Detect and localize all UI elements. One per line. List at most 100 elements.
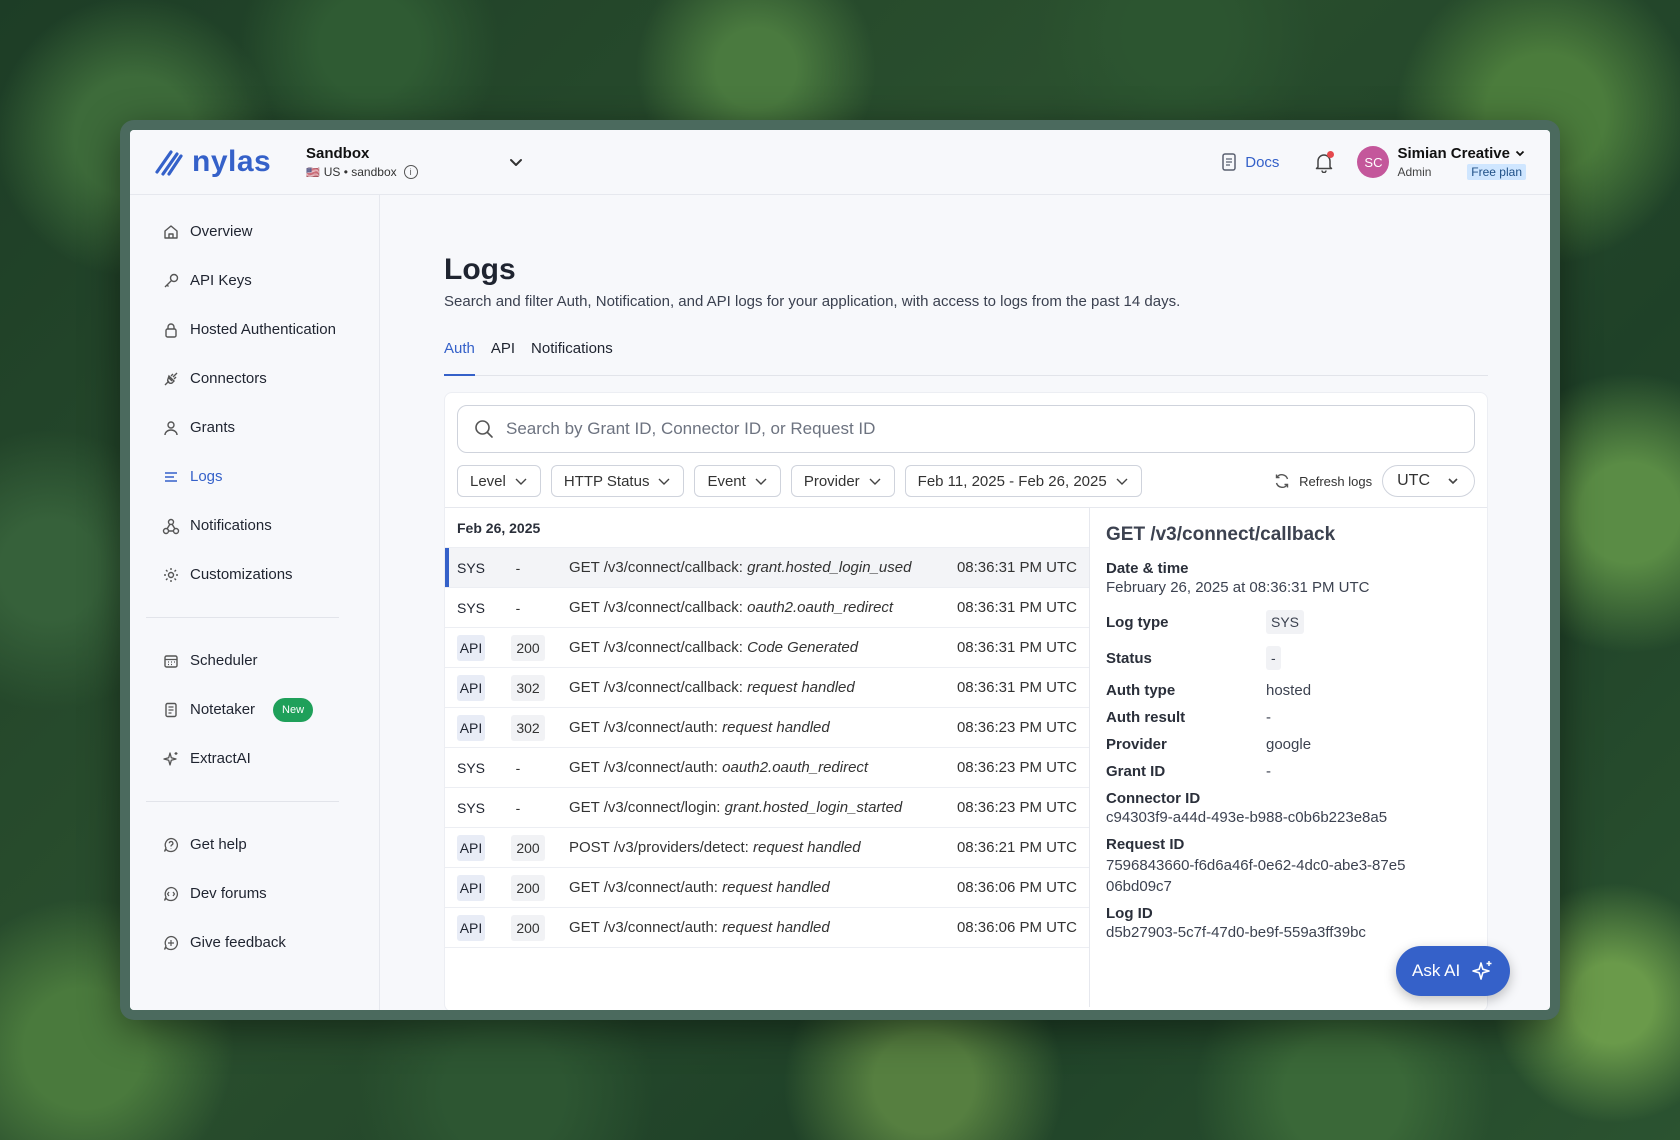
log-row[interactable]: SYS - GET /v3/connect/login: grant.hoste… bbox=[445, 788, 1089, 828]
log-event: request handled bbox=[747, 679, 855, 696]
log-path: GET /v3/connect/callback: grant.hosted_l… bbox=[569, 559, 957, 576]
sidebar-item-get-help[interactable]: Get help bbox=[138, 820, 371, 869]
log-row[interactable]: API 200 POST /v3/providers/detect: reque… bbox=[445, 828, 1089, 868]
timezone-select[interactable]: UTC bbox=[1382, 465, 1475, 497]
log-path: GET /v3/connect/callback: request handle… bbox=[569, 679, 957, 696]
user-name: Simian Creative bbox=[1397, 145, 1526, 162]
log-type: SYS bbox=[457, 759, 486, 776]
environment-region: 🇺🇸 US • sandbox i bbox=[306, 165, 418, 179]
detail-status: Status - bbox=[1106, 646, 1471, 670]
ask-ai-button[interactable]: Ask AI bbox=[1396, 946, 1511, 996]
tab-api[interactable]: API bbox=[491, 338, 515, 376]
log-time: 08:36:23 PM UTC bbox=[956, 719, 1077, 736]
log-path: GET /v3/connect/login: grant.hosted_logi… bbox=[569, 799, 957, 816]
sidebar-item-overview[interactable]: Overview bbox=[138, 207, 371, 256]
page-description: Search and filter Auth, Notification, an… bbox=[444, 293, 1181, 310]
detail-label: Grant ID bbox=[1106, 763, 1166, 780]
tab-auth[interactable]: Auth bbox=[444, 338, 475, 376]
filter-date-range[interactable]: Feb 11, 2025 - Feb 26, 2025 bbox=[904, 465, 1142, 497]
docs-link[interactable]: Docs bbox=[1221, 153, 1279, 171]
sidebar-item-dev-forums[interactable]: Dev forums bbox=[138, 869, 371, 918]
refresh-logs-button[interactable]: Refresh logs bbox=[1273, 472, 1372, 490]
home-icon bbox=[164, 224, 178, 239]
log-row[interactable]: API 200 GET /v3/connect/callback: Code G… bbox=[445, 628, 1089, 668]
log-status: 302 bbox=[511, 674, 545, 701]
main-content: Logs Search and filter Auth, Notificatio… bbox=[380, 195, 1550, 1010]
sidebar-item-scheduler[interactable]: Scheduler bbox=[138, 636, 371, 685]
filter-http-status[interactable]: HTTP Status bbox=[550, 465, 685, 497]
filter-level[interactable]: Level bbox=[457, 465, 541, 497]
sidebar-item-extractai[interactable]: ExtractAI bbox=[138, 734, 371, 783]
log-path-text: GET /v3/connect/auth: bbox=[569, 879, 723, 896]
detail-connector-id: Connector ID c94303f9-a44d-493e-b988-c0b… bbox=[1106, 790, 1471, 826]
logo-text: nylas bbox=[192, 145, 272, 178]
log-type: API bbox=[457, 714, 485, 741]
user-menu[interactable]: Simian Creative Admin Free plan bbox=[1397, 145, 1526, 180]
detail-label: Auth type bbox=[1106, 682, 1176, 699]
sidebar-item-label: Customizations bbox=[190, 566, 293, 583]
sidebar-item-connectors[interactable]: Connectors bbox=[138, 354, 371, 403]
log-row[interactable]: API 200 GET /v3/connect/auth: request ha… bbox=[445, 868, 1089, 908]
log-row[interactable]: API 302 GET /v3/connect/callback: reques… bbox=[445, 668, 1089, 708]
environment-name: Sandbox bbox=[306, 145, 370, 162]
sidebar-item-customizations[interactable]: Customizations bbox=[138, 550, 371, 599]
calendar-icon bbox=[164, 654, 178, 668]
log-row[interactable]: SYS - GET /v3/connect/auth: oauth2.oauth… bbox=[445, 748, 1089, 788]
chevron-down-icon[interactable] bbox=[506, 152, 526, 172]
nylas-logo[interactable]: nylas bbox=[154, 145, 306, 179]
search-icon bbox=[475, 420, 493, 438]
docs-label: Docs bbox=[1245, 153, 1280, 171]
avatar[interactable]: SC bbox=[1357, 146, 1390, 178]
log-type: API bbox=[457, 834, 485, 861]
log-row[interactable]: SYS - GET /v3/connect/callback: grant.ho… bbox=[445, 548, 1089, 588]
page-title: Logs bbox=[444, 253, 516, 286]
log-detail-panel: GET /v3/connect/callback Date & time Feb… bbox=[1090, 508, 1487, 1007]
log-status: 200 bbox=[511, 634, 545, 661]
detail-provider: Provider google bbox=[1106, 736, 1471, 753]
environment-region-label: US • sandbox bbox=[323, 165, 397, 179]
detail-value: google bbox=[1266, 736, 1312, 753]
sidebar-item-api-keys[interactable]: API Keys bbox=[138, 256, 371, 305]
chevron-down-icon bbox=[1515, 150, 1525, 157]
log-event: request handled bbox=[752, 839, 861, 856]
log-path-text: GET /v3/connect/auth: bbox=[569, 919, 723, 936]
filter-bar: Level HTTP Status Event Provider Feb 11,… bbox=[457, 465, 1475, 497]
info-icon[interactable]: i bbox=[403, 165, 418, 179]
sidebar-item-logs[interactable]: Logs bbox=[138, 452, 371, 501]
notifications-bell[interactable] bbox=[1313, 151, 1335, 174]
tab-notifications[interactable]: Notifications bbox=[531, 338, 613, 376]
filter-provider[interactable]: Provider bbox=[790, 465, 895, 497]
sidebar-item-give-feedback[interactable]: Give feedback bbox=[138, 918, 371, 967]
log-event: oauth2.oauth_redirect bbox=[722, 759, 869, 776]
log-path: GET /v3/connect/callback: oauth2.oauth_r… bbox=[569, 599, 957, 616]
lock-icon bbox=[165, 322, 177, 338]
detail-grant-id: Grant ID - bbox=[1106, 763, 1471, 780]
chevron-down-icon bbox=[1448, 478, 1458, 485]
search-input[interactable] bbox=[506, 419, 1474, 439]
detail-value: - bbox=[1266, 646, 1281, 670]
app-body: Overview API Keys Hosted Authentication … bbox=[130, 195, 1550, 1010]
detail-request-id: Request ID 7596843660-f6d6a46f-0e62-4dc0… bbox=[1106, 836, 1471, 897]
environment-selector[interactable]: Sandbox 🇺🇸 US • sandbox i bbox=[306, 145, 418, 179]
log-row[interactable]: SYS - GET /v3/connect/callback: oauth2.o… bbox=[445, 588, 1089, 628]
feedback-icon bbox=[163, 935, 179, 950]
sidebar-item-hosted-authentication[interactable]: Hosted Authentication bbox=[138, 305, 371, 354]
detail-label: Connector ID bbox=[1106, 790, 1201, 807]
sidebar-item-notetaker[interactable]: Notetaker New bbox=[138, 685, 371, 734]
sidebar-item-label: Notifications bbox=[190, 517, 272, 534]
log-path-text: GET /v3/connect/auth: bbox=[569, 759, 723, 776]
log-status: 200 bbox=[511, 834, 545, 861]
sidebar-item-label: Notetaker bbox=[190, 701, 256, 718]
sidebar-item-notifications[interactable]: Notifications bbox=[138, 501, 371, 550]
filter-event[interactable]: Event bbox=[694, 465, 781, 497]
log-tabs: Auth API Notifications bbox=[444, 338, 1488, 376]
document-icon bbox=[1222, 153, 1236, 171]
log-row[interactable]: API 200 GET /v3/connect/auth: request ha… bbox=[445, 908, 1089, 948]
log-row[interactable]: API 302 GET /v3/connect/auth: request ha… bbox=[445, 708, 1089, 748]
sidebar-item-label: Connectors bbox=[190, 370, 267, 387]
chevron-down-icon bbox=[755, 478, 767, 485]
detail-title: GET /v3/connect/callback bbox=[1106, 524, 1336, 545]
sidebar-item-grants[interactable]: Grants bbox=[138, 403, 371, 452]
gear-icon bbox=[164, 567, 178, 582]
detail-label: Log ID bbox=[1106, 905, 1153, 922]
